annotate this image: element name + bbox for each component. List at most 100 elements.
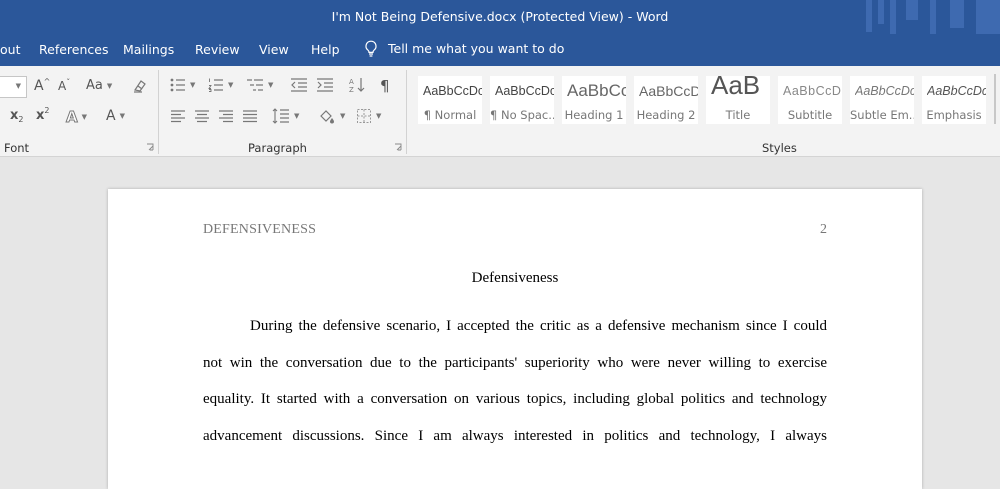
svg-text:A: A bbox=[349, 78, 354, 86]
style-sample: AaBbCcDc bbox=[423, 84, 482, 98]
font-group-label: Font bbox=[4, 141, 30, 155]
chevron-down-icon: ▼ bbox=[228, 81, 234, 89]
clear-formatting-button[interactable] bbox=[132, 78, 148, 94]
style-title[interactable]: AaB Title bbox=[706, 76, 770, 124]
tell-me-search[interactable]: Tell me what you want to do bbox=[364, 40, 564, 57]
running-head: DEFENSIVENESS bbox=[203, 222, 317, 237]
style-emphasis[interactable]: AaBbCcDc Emphasis bbox=[922, 76, 986, 124]
window-title: I'm Not Being Defensive.docx (Protected … bbox=[331, 9, 669, 24]
chevron-down-icon: ▼ bbox=[268, 81, 274, 89]
increase-indent-icon bbox=[317, 78, 333, 92]
tab-layout[interactable]: out bbox=[0, 42, 20, 57]
shading-button[interactable]: ▼ bbox=[318, 108, 345, 124]
shrink-arrow-icon: ˇ bbox=[66, 77, 71, 87]
styles-gallery: AaBbCcDc ¶ Normal AaBbCcDc ¶ No Spac... … bbox=[416, 74, 1000, 132]
increase-indent-button[interactable] bbox=[316, 78, 334, 92]
decrease-indent-icon bbox=[291, 78, 307, 92]
group-separator bbox=[406, 70, 407, 154]
tab-references[interactable]: References bbox=[39, 42, 108, 57]
tab-view[interactable]: View bbox=[259, 42, 289, 57]
subscript-index: 2 bbox=[18, 115, 24, 124]
superscript-button[interactable]: x2 bbox=[36, 106, 50, 123]
sort-icon: A Z bbox=[349, 78, 365, 94]
grow-arrow-icon: ^ bbox=[43, 76, 51, 86]
line-spacing-icon bbox=[272, 108, 289, 124]
tab-review[interactable]: Review bbox=[195, 42, 240, 57]
body-line: advancement discussions. Since I am alwa… bbox=[203, 428, 827, 444]
font-color-icon: A bbox=[106, 108, 116, 124]
styles-group-label: Styles bbox=[762, 141, 797, 155]
group-separator bbox=[158, 70, 159, 154]
tab-help[interactable]: Help bbox=[311, 42, 340, 57]
style-subtle-emphasis[interactable]: AaBbCcDc Subtle Em... bbox=[850, 76, 914, 124]
style-no-spacing[interactable]: AaBbCcDc ¶ No Spac... bbox=[490, 76, 554, 124]
chevron-down-icon: ▼ bbox=[81, 113, 87, 121]
show-formatting-button[interactable]: ¶ bbox=[380, 77, 390, 95]
paragraph-dialog-launcher-icon[interactable] bbox=[394, 143, 402, 151]
style-name: Subtitle bbox=[787, 108, 833, 122]
svg-text:Z: Z bbox=[349, 86, 354, 94]
style-sample: AaBbCc bbox=[567, 81, 626, 100]
body-line: equality. It started with a conversation… bbox=[203, 391, 827, 407]
align-left-icon bbox=[171, 110, 185, 123]
justify-button[interactable] bbox=[242, 110, 258, 123]
paint-bucket-icon bbox=[320, 110, 334, 124]
chevron-down-icon: ▼ bbox=[15, 82, 21, 90]
style-name: Heading 1 bbox=[564, 108, 624, 122]
borders-button[interactable]: ▼ bbox=[356, 108, 381, 124]
align-right-button[interactable] bbox=[218, 110, 234, 123]
shrink-font-icon: A bbox=[58, 79, 67, 93]
borders-icon bbox=[357, 109, 371, 123]
style-name: Heading 2 bbox=[636, 108, 696, 122]
style-sample: AaBbCcDc bbox=[495, 84, 554, 98]
page-number: 2 bbox=[820, 222, 827, 237]
style-sample: AaBbCcD bbox=[639, 83, 698, 99]
style-normal[interactable]: AaBbCcDc ¶ Normal bbox=[418, 76, 482, 124]
title-bar: I'm Not Being Defensive.docx (Protected … bbox=[0, 0, 1000, 34]
chevron-down-icon: ▼ bbox=[190, 81, 196, 89]
lightbulb-icon bbox=[365, 40, 377, 57]
numbering-button[interactable]: ▼ bbox=[208, 78, 233, 92]
grow-font-button[interactable]: A ^ bbox=[34, 76, 51, 95]
style-heading-1[interactable]: AaBbCc Heading 1 bbox=[562, 76, 626, 124]
style-heading-2[interactable]: AaBbCcD Heading 2 bbox=[634, 76, 698, 124]
text-effects-button[interactable]: A ▼ bbox=[66, 108, 87, 127]
body-line: not win the conversation due to the part… bbox=[203, 355, 827, 371]
superscript-index: 2 bbox=[44, 106, 50, 115]
document-title: Defensiveness bbox=[471, 270, 559, 286]
tell-me-label: Tell me what you want to do bbox=[388, 41, 565, 56]
sort-button[interactable]: A Z bbox=[348, 76, 366, 94]
style-subtitle[interactable]: AaBbCcD Subtitle bbox=[778, 76, 842, 124]
change-case-icon: Aa bbox=[86, 78, 103, 93]
chevron-down-icon: ▼ bbox=[106, 81, 113, 90]
style-sample: AaBbCcD bbox=[783, 84, 842, 98]
align-left-button[interactable] bbox=[170, 110, 186, 123]
multilevel-list-icon bbox=[247, 79, 263, 91]
shrink-font-button[interactable]: Aˇ bbox=[58, 77, 71, 94]
clear-formatting-icon bbox=[134, 80, 146, 93]
chevron-down-icon: ▼ bbox=[340, 112, 346, 120]
line-spacing-button[interactable]: ▼ bbox=[272, 108, 299, 124]
subscript-icon: x bbox=[10, 108, 19, 123]
pilcrow-icon: ¶ bbox=[380, 77, 390, 95]
tab-mailings[interactable]: Mailings bbox=[123, 42, 174, 57]
multilevel-list-button[interactable]: ▼ bbox=[246, 78, 273, 92]
chevron-down-icon: ▼ bbox=[119, 112, 125, 120]
change-case-button[interactable]: Aa ▼ bbox=[86, 78, 112, 93]
chevron-down-icon: ▼ bbox=[376, 112, 382, 120]
style-name: Emphasis bbox=[926, 108, 982, 122]
font-dialog-launcher-icon[interactable] bbox=[146, 143, 154, 151]
font-size-combo[interactable]: ▼ bbox=[0, 76, 27, 98]
style-sample: AaB bbox=[711, 76, 761, 100]
subscript-button[interactable]: x2 bbox=[10, 108, 24, 124]
decrease-indent-button[interactable] bbox=[290, 78, 308, 92]
align-center-button[interactable] bbox=[194, 110, 210, 123]
align-right-icon bbox=[219, 110, 233, 123]
bullets-button[interactable]: ▼ bbox=[170, 78, 195, 92]
ribbon: ▼ A ^ Aˇ Aa ▼ x2 x2 A ▼ A ▼ ▼ ▼ ▼ A Z ¶ … bbox=[0, 66, 1000, 157]
font-color-button[interactable]: A ▼ bbox=[106, 108, 125, 124]
text-effects-icon: A bbox=[66, 108, 79, 127]
style-sample: AaBbCcDc bbox=[927, 84, 986, 98]
document-page[interactable]: DEFENSIVENESS 2 Defensiveness During the… bbox=[108, 189, 922, 489]
body-line: During the defensive scenario, I accepte… bbox=[250, 318, 827, 334]
